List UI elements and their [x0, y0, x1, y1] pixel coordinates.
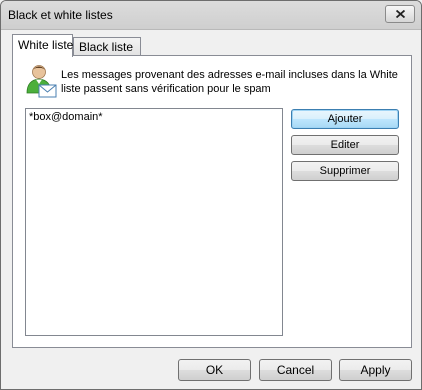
tab-panel: Les messages provenant des adresses e-ma…: [12, 55, 412, 348]
white-list-box[interactable]: *box@domain*: [25, 108, 283, 336]
user-mail-icon: [24, 64, 58, 98]
tab-white-list[interactable]: White liste: [12, 34, 73, 57]
add-button[interactable]: Ajouter: [291, 109, 399, 129]
ok-button[interactable]: OK: [178, 359, 251, 381]
close-button[interactable]: [385, 5, 415, 23]
description-text: Les messages provenant des adresses e-ma…: [61, 69, 398, 95]
tab-black-list[interactable]: Black liste: [73, 37, 141, 55]
delete-button[interactable]: Supprimer: [291, 161, 399, 181]
apply-button[interactable]: Apply: [339, 359, 412, 381]
title-bar[interactable]: Black et white listes: [1, 1, 421, 30]
edit-button[interactable]: Editer: [291, 135, 399, 155]
cancel-button[interactable]: Cancel: [259, 359, 332, 381]
list-item[interactable]: *box@domain*: [29, 111, 103, 124]
close-icon: [396, 10, 405, 18]
dialog-window: Black et white listes White liste Black …: [0, 0, 422, 390]
window-title: Black et white listes: [8, 8, 113, 22]
